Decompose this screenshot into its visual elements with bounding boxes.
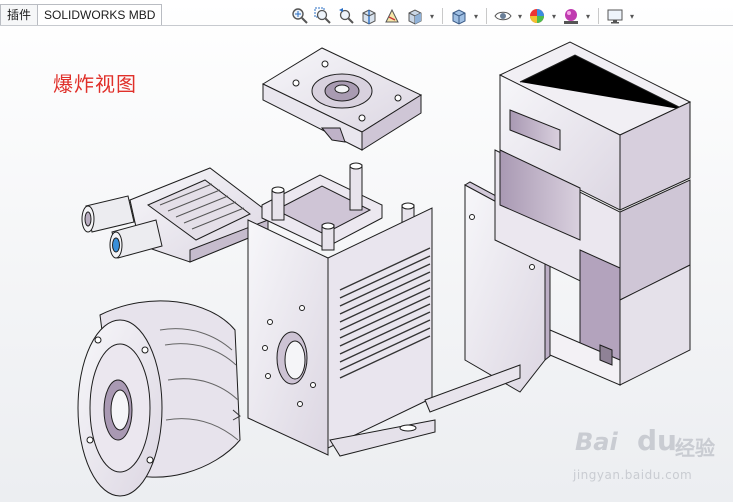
- motor-end-cap[interactable]: [77, 300, 241, 497]
- view-orientation-dropdown-icon[interactable]: ▾: [428, 6, 436, 26]
- view-orientation-icon[interactable]: [405, 6, 425, 26]
- tab-plugins[interactable]: 插件: [0, 4, 39, 25]
- main-pump-body[interactable]: [247, 162, 436, 457]
- view-settings-icon[interactable]: [605, 6, 625, 26]
- hide-show-dropdown-icon[interactable]: ▾: [516, 6, 524, 26]
- hide-show-items-icon[interactable]: [493, 6, 513, 26]
- zoom-to-fit-icon[interactable]: [290, 6, 310, 26]
- baidu-watermark: Bai du 经验 jingyan.baidu.com: [573, 420, 725, 490]
- display-style-icon[interactable]: [449, 6, 469, 26]
- watermark-url: jingyan.baidu.com: [573, 468, 693, 482]
- toolbar-separator: [598, 8, 599, 24]
- edit-appearance-dropdown-icon[interactable]: ▾: [550, 6, 558, 26]
- pump-head-with-nozzles[interactable]: [81, 167, 269, 263]
- view-settings-dropdown-icon[interactable]: ▾: [628, 6, 636, 26]
- tab-solidworks-mbd[interactable]: SOLIDWORKS MBD: [37, 4, 163, 25]
- apply-scene-icon[interactable]: [561, 6, 581, 26]
- display-style-dropdown-icon[interactable]: ▾: [472, 6, 480, 26]
- watermark-brand: Bai: [575, 428, 618, 456]
- edit-appearance-icon[interactable]: [527, 6, 547, 26]
- section-view-icon[interactable]: [359, 6, 379, 26]
- watermark-paw: du: [637, 424, 677, 457]
- zoom-area-icon[interactable]: [313, 6, 333, 26]
- command-tabs: 插件 SOLIDWORKS MBD: [0, 4, 163, 25]
- toolbar-separator: [442, 8, 443, 24]
- toolbar-separator: [486, 8, 487, 24]
- top-cover-plate[interactable]: [261, 47, 423, 151]
- watermark-cn: 经验: [675, 436, 715, 460]
- previous-view-icon[interactable]: [336, 6, 356, 26]
- dynamic-annotation-icon[interactable]: [382, 6, 402, 26]
- heads-up-view-toolbar: ▾ ▾ ▾ ▾ ▾ ▾: [290, 6, 636, 26]
- apply-scene-dropdown-icon[interactable]: ▾: [584, 6, 592, 26]
- command-manager-bar: 插件 SOLIDWORKS MBD ▾ ▾ ▾ ▾ ▾ ▾: [0, 0, 733, 27]
